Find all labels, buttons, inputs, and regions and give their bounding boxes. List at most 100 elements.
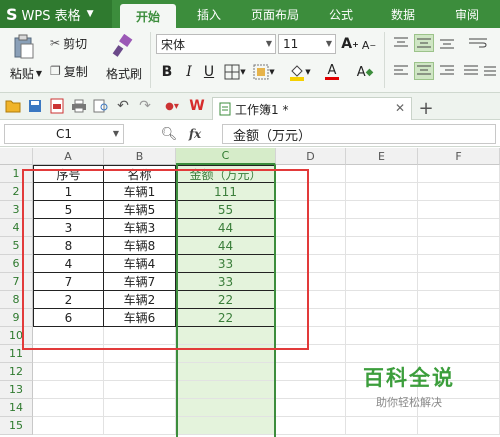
cell-c11[interactable] — [176, 345, 276, 363]
row-header[interactable]: 9 — [0, 309, 33, 327]
column-header-e[interactable]: E — [346, 148, 418, 165]
row-header[interactable]: 5 — [0, 237, 33, 255]
align-center-button[interactable] — [414, 62, 434, 80]
cell-e4[interactable] — [346, 219, 418, 237]
cell-a10[interactable] — [33, 327, 104, 345]
cell-d2[interactable] — [276, 183, 346, 201]
cell-d9[interactable] — [276, 309, 346, 327]
cell-b11[interactable] — [104, 345, 176, 363]
new-tab-plus-icon[interactable]: + — [416, 98, 436, 119]
open-folder-icon[interactable] — [4, 97, 22, 115]
cell-f1[interactable] — [418, 165, 500, 183]
cell-a4[interactable]: 3 — [33, 219, 104, 237]
cell-e8[interactable] — [346, 291, 418, 309]
print-icon[interactable] — [70, 97, 88, 115]
cell-b15[interactable] — [104, 417, 176, 435]
cell-f3[interactable] — [418, 201, 500, 219]
format-painter-icon-button[interactable] — [102, 32, 144, 60]
cell-b10[interactable] — [104, 327, 176, 345]
customize-toolbar-icon[interactable]: ●▾ — [162, 97, 182, 115]
justify-button[interactable] — [462, 62, 480, 80]
cell-d7[interactable] — [276, 273, 346, 291]
distribute-button[interactable] — [482, 62, 498, 80]
cell-f6[interactable] — [418, 255, 500, 273]
cell-a8[interactable]: 2 — [33, 291, 104, 309]
font-name-select[interactable]: 宋体 ▼ — [156, 34, 276, 54]
cell-a12[interactable] — [33, 363, 104, 381]
cell-c15[interactable] — [176, 417, 276, 435]
align-bottom-button[interactable] — [438, 34, 456, 52]
cell-d13[interactable] — [276, 381, 346, 399]
cell-c10[interactable] — [176, 327, 276, 345]
cut-button[interactable]: ✂ 剪切 — [50, 34, 100, 52]
bold-button[interactable]: B — [158, 62, 176, 82]
row-header[interactable]: 13 — [0, 381, 33, 399]
cell-c1[interactable]: 金额（万元） — [176, 165, 276, 183]
cell-d8[interactable] — [276, 291, 346, 309]
cell-d4[interactable] — [276, 219, 346, 237]
cell-b2[interactable]: 车辆1 — [104, 183, 176, 201]
row-header[interactable]: 1 — [0, 165, 33, 183]
cell-b3[interactable]: 车辆5 — [104, 201, 176, 219]
formula-input[interactable]: 金额（万元） — [222, 124, 496, 144]
column-header-b[interactable]: B — [104, 148, 176, 165]
name-box[interactable]: C1 ▼ — [4, 124, 124, 144]
cell-f15[interactable] — [418, 417, 500, 435]
cell-b9[interactable]: 车辆6 — [104, 309, 176, 327]
export-pdf-icon[interactable] — [48, 97, 66, 115]
cell-a14[interactable] — [33, 399, 104, 417]
fill-color-button[interactable]: ▼ — [286, 62, 314, 82]
cell-b4[interactable]: 车辆3 — [104, 219, 176, 237]
row-header[interactable]: 2 — [0, 183, 33, 201]
insert-function-button[interactable]: fx — [184, 125, 206, 143]
row-header[interactable]: 11 — [0, 345, 33, 363]
cell-c2[interactable]: 111 — [176, 183, 276, 201]
undo-icon[interactable]: ↶ — [114, 97, 132, 115]
cell-e3[interactable] — [346, 201, 418, 219]
cell-b6[interactable]: 车辆4 — [104, 255, 176, 273]
cell-d11[interactable] — [276, 345, 346, 363]
cell-f10[interactable] — [418, 327, 500, 345]
cell-a5[interactable]: 8 — [33, 237, 104, 255]
row-header[interactable]: 15 — [0, 417, 33, 435]
cell-f4[interactable] — [418, 219, 500, 237]
column-header-a[interactable]: A — [33, 148, 104, 165]
cell-c5[interactable]: 44 — [176, 237, 276, 255]
cell-e6[interactable] — [346, 255, 418, 273]
column-header-c[interactable]: C — [176, 148, 276, 165]
cell-e15[interactable] — [346, 417, 418, 435]
cell-c4[interactable]: 44 — [176, 219, 276, 237]
row-header[interactable]: 4 — [0, 219, 33, 237]
cell-e9[interactable] — [346, 309, 418, 327]
cell-b14[interactable] — [104, 399, 176, 417]
align-right-button[interactable] — [438, 62, 456, 80]
row-header[interactable]: 10 — [0, 327, 33, 345]
cell-f11[interactable] — [418, 345, 500, 363]
align-middle-button[interactable] — [414, 34, 434, 52]
cell-a15[interactable] — [33, 417, 104, 435]
cell-f5[interactable] — [418, 237, 500, 255]
grow-font-button[interactable]: A + — [340, 34, 360, 54]
print-preview-icon[interactable] — [92, 97, 110, 115]
column-header-f[interactable]: F — [418, 148, 500, 165]
tab-insert[interactable]: 插入 — [186, 0, 232, 28]
font-color-button[interactable]: A — [318, 62, 346, 82]
cell-c12[interactable] — [176, 363, 276, 381]
row-header[interactable]: 3 — [0, 201, 33, 219]
row-header[interactable]: 7 — [0, 273, 33, 291]
cell-c3[interactable]: 55 — [176, 201, 276, 219]
clear-format-button[interactable]: A ◆ — [352, 62, 378, 82]
tab-data[interactable]: 数据 — [380, 0, 426, 28]
format-painter-button[interactable]: 格式刷 — [102, 64, 146, 82]
underline-button[interactable]: U — [200, 62, 218, 82]
align-top-button[interactable] — [392, 34, 410, 52]
cell-c8[interactable]: 22 — [176, 291, 276, 309]
document-tab[interactable]: 工作簿1 * ✕ — [212, 97, 412, 120]
cell-a3[interactable]: 5 — [33, 201, 104, 219]
redo-icon[interactable]: ↷ — [136, 97, 154, 115]
italic-button[interactable]: I — [180, 62, 198, 82]
cell-b12[interactable] — [104, 363, 176, 381]
cell-a9[interactable]: 6 — [33, 309, 104, 327]
font-size-select[interactable]: 11 ▼ — [278, 34, 336, 54]
align-left-button[interactable] — [392, 62, 410, 80]
